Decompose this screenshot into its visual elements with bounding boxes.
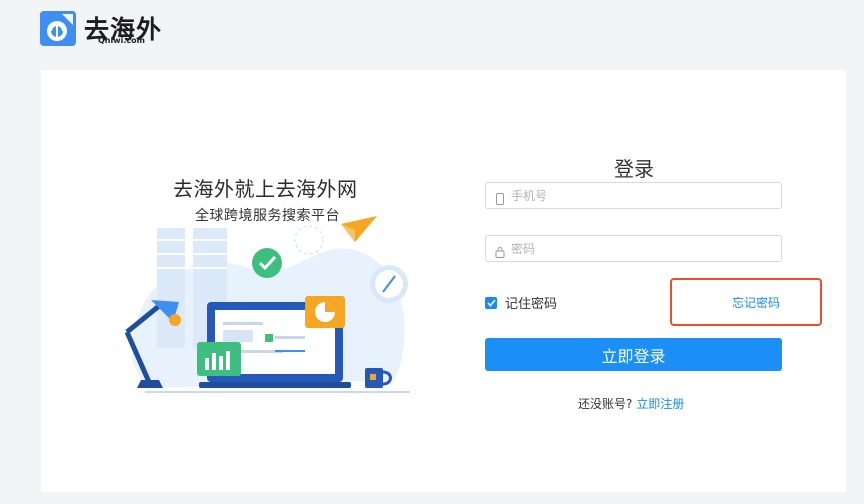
phone-icon (495, 190, 505, 205)
header: 去海外 Qhiwi.com (0, 0, 864, 70)
password-field[interactable] (485, 235, 782, 262)
logo-icon[interactable] (40, 11, 76, 46)
brand-domain: Qhiwi.com (98, 36, 145, 45)
slogan-title: 去海外就上去海外网 (173, 177, 358, 201)
register-link[interactable]: 立即注册 (636, 397, 684, 411)
login-button[interactable]: 立即登录 (485, 338, 782, 371)
register-question: 还没账号? (578, 397, 633, 411)
remember-checkbox[interactable] (485, 296, 497, 309)
remember-password[interactable]: 记住密码 (485, 293, 557, 312)
phone-input[interactable] (505, 183, 781, 208)
lock-icon (495, 243, 505, 258)
laptop-illustration (124, 216, 410, 393)
login-title: 登录 (614, 157, 654, 181)
password-input[interactable] (505, 236, 781, 261)
register-prompt: 还没账号? 立即注册 (578, 395, 684, 412)
remember-label: 记住密码 (505, 297, 558, 312)
forgot-password-link[interactable]: 忘记密码 (732, 294, 780, 311)
phone-field[interactable] (485, 182, 782, 209)
